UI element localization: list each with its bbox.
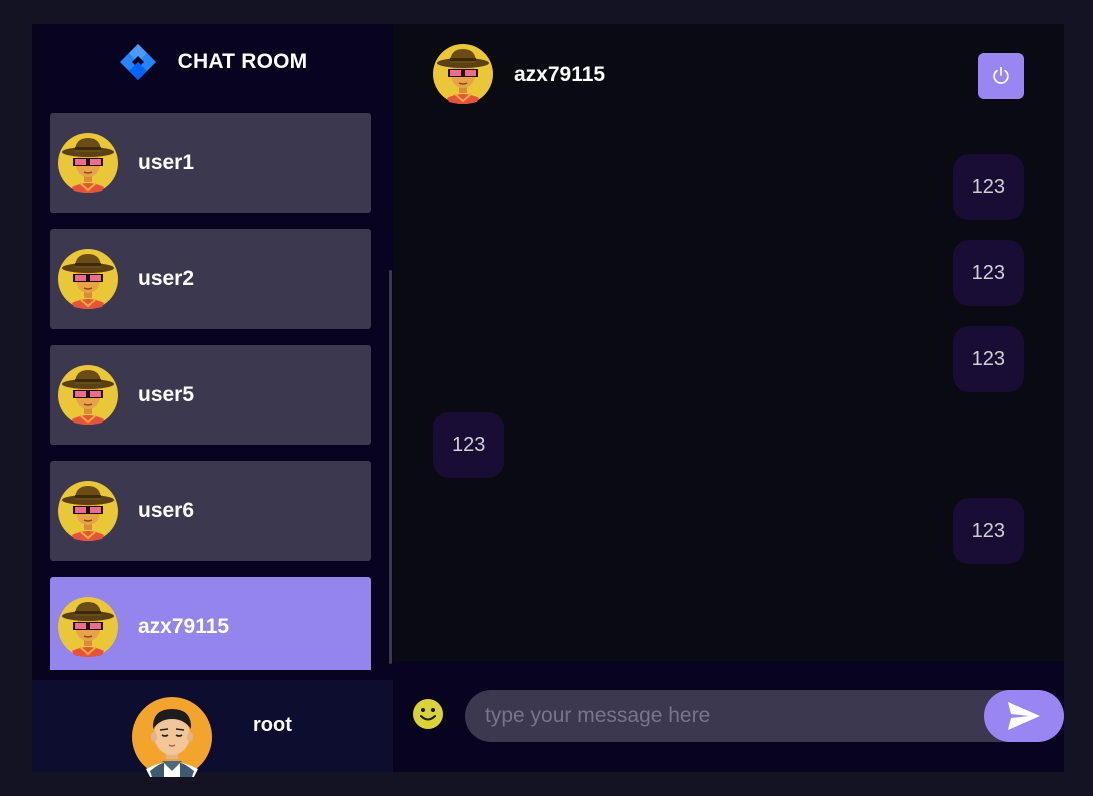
contact-name: user1 (138, 151, 195, 174)
cowboy-avatar (58, 597, 118, 657)
chat-app: CHAT ROOM user1 user2 user5 user6 azx791… (32, 24, 1064, 772)
contact-list-scrollbar[interactable] (389, 270, 392, 664)
message-bubble: 123 (952, 498, 1024, 564)
contact-item-user2[interactable]: user2 (50, 229, 371, 329)
contact-list[interactable]: user1 user2 user5 user6 azx79115 (50, 113, 371, 670)
message-bubble: 123 (952, 154, 1024, 220)
message-row: 123 (393, 154, 1064, 220)
message-bubble: 123 (952, 326, 1024, 392)
send-icon (1008, 702, 1040, 730)
send-button[interactable] (984, 690, 1064, 742)
contact-name: azx79115 (138, 615, 230, 638)
contact-item-user6[interactable]: user6 (50, 461, 371, 561)
cowboy-avatar (433, 44, 493, 104)
contact-item-user1[interactable]: user1 (50, 113, 371, 213)
message-row: 123 (393, 412, 1064, 478)
current-user-name: root (253, 713, 292, 736)
cowboy-avatar (58, 481, 118, 541)
current-user-panel: root (32, 680, 393, 772)
message-row: 123 (393, 240, 1064, 306)
contact-name: user2 (138, 267, 195, 290)
brand-title: CHAT ROOM (177, 50, 308, 73)
contact-name: user5 (138, 383, 195, 406)
power-icon (993, 66, 1009, 84)
chat-header-name: azx79115 (514, 63, 606, 86)
message-list: 123 123 123 123 123 (393, 154, 1064, 654)
brand-header: CHAT ROOM (32, 24, 393, 100)
message-row: 123 (393, 498, 1064, 564)
cowboy-avatar (58, 249, 118, 309)
diamond-logo-icon (119, 44, 156, 80)
cowboy-avatar (58, 365, 118, 425)
smiley-icon[interactable] (412, 698, 444, 730)
sidebar: CHAT ROOM user1 user2 user5 user6 azx791… (32, 24, 393, 772)
contact-name: user6 (138, 499, 195, 522)
chat-panel: azx79115 123 123 123 123 123 (393, 24, 1064, 772)
chat-header: azx79115 (393, 24, 1064, 124)
message-input[interactable] (465, 690, 1055, 742)
logout-button[interactable] (978, 53, 1024, 99)
message-input-bar (393, 661, 1064, 772)
message-bubble: 123 (433, 412, 505, 478)
cowboy-avatar (58, 133, 118, 193)
contact-item-azx79115[interactable]: azx79115 (50, 577, 371, 670)
message-bubble: 123 (952, 240, 1024, 306)
message-row: 123 (393, 326, 1064, 392)
contact-item-user5[interactable]: user5 (50, 345, 371, 445)
boy-avatar (132, 697, 212, 777)
